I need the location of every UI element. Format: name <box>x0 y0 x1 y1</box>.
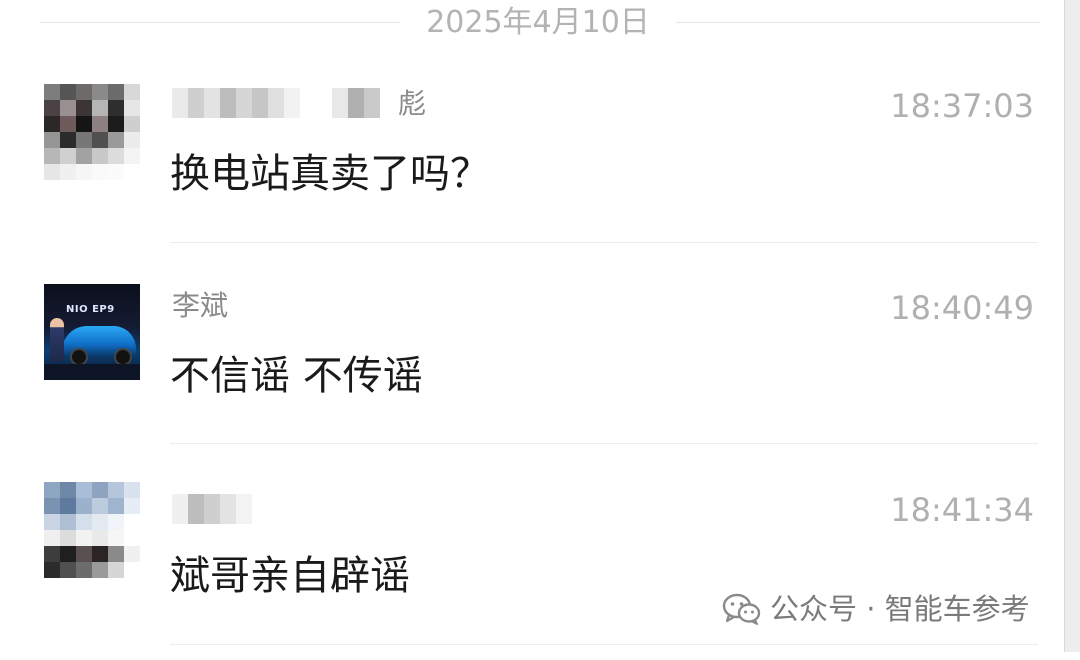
avatar-mosaic <box>44 482 140 578</box>
floor-shape <box>44 364 140 380</box>
chat-message[interactable]: 18:41:34 斌哥亲自辟谣 <box>0 460 1064 660</box>
avatar-mosaic <box>44 84 140 180</box>
chat-message[interactable]: NIO EP9 李斌 18:40:49 不信谣 不传谣 <box>0 260 1064 460</box>
scrollbar-track[interactable] <box>1064 0 1080 652</box>
avatar[interactable] <box>44 482 140 578</box>
wechat-icon <box>722 593 761 625</box>
sender-name-redacted <box>172 494 252 524</box>
message-divider <box>170 443 1038 444</box>
redaction-block <box>172 88 300 118</box>
message-divider <box>170 242 1038 243</box>
date-separator: 2025年4月10日 <box>40 0 1040 46</box>
message-text: 斌哥亲自辟谣 <box>170 553 410 599</box>
person-figure <box>50 318 64 362</box>
message-text: 不信谣 不传谣 <box>170 353 423 399</box>
avatar-brand-text: NIO EP9 <box>66 304 115 315</box>
sender-name: 李斌 <box>172 289 229 322</box>
redaction-block <box>172 494 252 524</box>
watermark: 公众号 · 智能车参考 <box>722 588 1030 630</box>
avatar[interactable] <box>44 84 140 180</box>
message-text: 换电站真卖了吗？ <box>170 151 490 197</box>
message-timestamp: 18:40:49 <box>890 289 1034 327</box>
chat-message[interactable]: 彪 18:37:03 换电站真卖了吗？ <box>0 60 1064 260</box>
date-label: 2025年4月10日 <box>426 5 650 40</box>
separator-line-left <box>40 22 400 23</box>
avatar[interactable]: NIO EP9 <box>44 284 140 380</box>
watermark-text: 公众号 · 智能车参考 <box>770 592 1030 626</box>
separator-line-right <box>676 22 1040 23</box>
sender-name-redacted <box>172 88 380 118</box>
sender-name: 彪 <box>398 87 427 120</box>
message-timestamp: 18:41:34 <box>890 491 1034 529</box>
message-timestamp: 18:37:03 <box>890 87 1034 125</box>
message-divider <box>170 644 1038 645</box>
redaction-block <box>332 88 380 118</box>
